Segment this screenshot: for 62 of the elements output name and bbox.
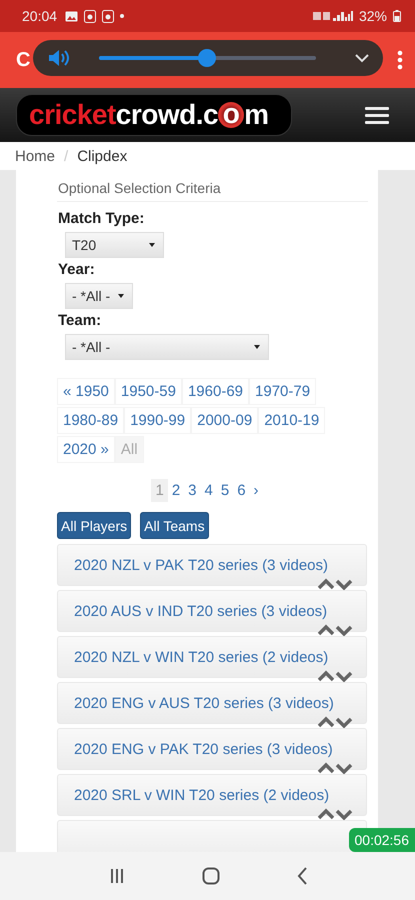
signal-icon bbox=[312, 10, 353, 22]
field-label: Year: bbox=[58, 261, 96, 278]
year-range-link[interactable]: « 1950 bbox=[57, 378, 115, 405]
series-link[interactable]: 2020 ENG v AUS T20 series (3 videos) bbox=[74, 694, 334, 712]
series-link[interactable]: 2020 NZL v PAK T20 series (3 videos) bbox=[74, 556, 328, 574]
breadcrumb-link[interactable]: Clipdex bbox=[77, 148, 128, 164]
filter-button[interactable]: All Teams bbox=[140, 512, 209, 539]
sort-arrows-icon bbox=[317, 716, 353, 728]
timer-badge: 00:02:56 bbox=[348, 828, 415, 852]
year-range-link[interactable]: 1950-59 bbox=[114, 378, 182, 405]
series-link[interactable]: 2020 SRL v WIN T20 series (2 videos) bbox=[74, 786, 330, 804]
battery-icon bbox=[393, 10, 401, 22]
sort-arrows-icon bbox=[317, 670, 353, 682]
year-range-link[interactable]: 1970-79 bbox=[249, 378, 316, 405]
year-range-link[interactable]: 1990-99 bbox=[124, 407, 192, 434]
page-link[interactable]: 2 bbox=[168, 479, 184, 502]
year-range-link[interactable]: 1980-89 bbox=[57, 407, 124, 434]
breadcrumb-link[interactable]: Home bbox=[15, 148, 56, 164]
breadcrumb-separator: / bbox=[64, 148, 68, 164]
image-icon bbox=[65, 10, 78, 22]
sort-arrows-icon bbox=[317, 578, 353, 590]
page-link[interactable]: 4 bbox=[200, 479, 217, 502]
sort-arrows-icon bbox=[317, 808, 353, 820]
chevron-down-icon bbox=[355, 54, 369, 62]
year-range-link[interactable]: 1960-69 bbox=[182, 378, 250, 405]
series-link[interactable]: 2020 NZL v WIN T20 series (2 videos) bbox=[74, 648, 328, 666]
battery-percent: 32% bbox=[358, 8, 387, 24]
app-icon bbox=[102, 10, 114, 22]
page-link[interactable]: 6 bbox=[233, 479, 250, 502]
dropdown-caret-icon bbox=[254, 345, 260, 349]
recent-apps-icon bbox=[108, 868, 124, 884]
field-label: Match Type: bbox=[58, 210, 146, 227]
dropdown[interactable]: T20 bbox=[65, 232, 164, 258]
sort-arrows-icon bbox=[317, 762, 353, 774]
more-menu-icon bbox=[397, 50, 403, 70]
speaker-icon bbox=[48, 49, 70, 67]
dropdown-caret-icon bbox=[149, 243, 155, 247]
filter-button[interactable]: All Players bbox=[57, 512, 132, 539]
dropdown[interactable]: - *All - bbox=[65, 334, 269, 360]
sort-arrows-icon bbox=[317, 624, 353, 636]
page-title: C bbox=[16, 48, 32, 72]
year-range-link[interactable]: 2000-09 bbox=[191, 407, 258, 434]
dropdown[interactable]: - *All - bbox=[65, 283, 133, 309]
page-link[interactable]: › bbox=[250, 479, 263, 502]
back-icon bbox=[296, 867, 306, 885]
home-icon bbox=[202, 867, 220, 885]
page-link[interactable]: 3 bbox=[184, 479, 200, 502]
clock-time: 20:04 bbox=[22, 8, 58, 24]
year-range-link[interactable]: 2010-19 bbox=[258, 407, 326, 434]
series-link[interactable]: 2020 AUS v IND T20 series (3 videos) bbox=[74, 602, 328, 620]
series-link[interactable]: 2020 ENG v PAK T20 series (3 videos) bbox=[74, 740, 333, 758]
menu-icon bbox=[365, 106, 389, 124]
page-link[interactable]: 5 bbox=[216, 479, 234, 502]
dropdown-caret-icon bbox=[118, 294, 124, 298]
year-range-link[interactable]: 2020 » bbox=[57, 436, 115, 463]
section-heading: Optional Selection Criteria bbox=[57, 176, 368, 202]
dot-icon bbox=[120, 14, 124, 18]
slider-thumb[interactable] bbox=[198, 49, 216, 67]
app-icon bbox=[84, 10, 96, 22]
field-label: Team: bbox=[58, 312, 102, 329]
site-logo[interactable]: cricketcrowd.c o m bbox=[16, 94, 292, 136]
page-link[interactable]: 1 bbox=[151, 479, 168, 502]
